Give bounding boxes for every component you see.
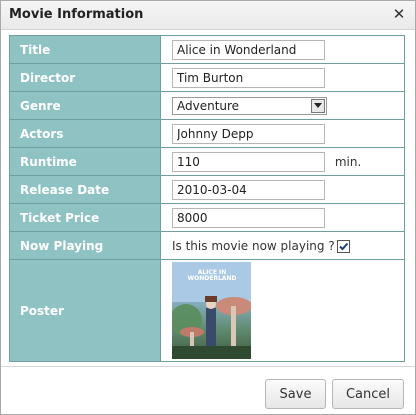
row-director: Director (9, 63, 405, 92)
checkmark-icon (338, 242, 348, 250)
runtime-input[interactable] (172, 151, 325, 172)
release-date-input[interactable] (172, 179, 325, 200)
now-playing-label: Now Playing (9, 231, 161, 260)
now-playing-checkbox[interactable] (336, 239, 350, 253)
row-ticket-price: Ticket Price (9, 203, 405, 232)
title-label: Title (9, 35, 161, 64)
close-icon[interactable]: ✕ (390, 5, 408, 23)
genre-selected-value: Adventure (177, 98, 240, 113)
director-input[interactable] (172, 67, 325, 88)
movie-info-dialog: Movie Information ✕ Title Director Genre… (0, 0, 416, 415)
row-title: Title (9, 35, 405, 64)
footer-divider (1, 366, 415, 367)
row-runtime: Runtime min. (9, 147, 405, 176)
runtime-label: Runtime (9, 147, 161, 176)
actors-input[interactable] (172, 123, 325, 144)
save-button[interactable]: Save (265, 379, 326, 409)
genre-label: Genre (9, 91, 161, 120)
chevron-down-icon[interactable] (311, 98, 325, 113)
ticket-price-label: Ticket Price (9, 203, 161, 232)
row-actors: Actors (9, 119, 405, 148)
runtime-unit: min. (334, 154, 362, 169)
genre-select[interactable]: Adventure (172, 96, 327, 115)
row-genre: Genre Adventure (9, 91, 405, 120)
poster-title-text: ALICE IN WONDERLAND (187, 269, 237, 282)
row-poster: Poster ALICE IN WONDERLAND (9, 259, 405, 362)
actors-label: Actors (9, 119, 161, 148)
now-playing-question: Is this movie now playing ? (172, 238, 335, 253)
director-label: Director (9, 63, 161, 92)
row-release-date: Release Date (9, 175, 405, 204)
dialog-title: Movie Information (9, 7, 144, 22)
release-date-label: Release Date (9, 175, 161, 204)
movie-form: Title Director Genre Adventure Actors (9, 35, 405, 362)
cancel-button[interactable]: Cancel (332, 379, 404, 409)
poster-label: Poster (9, 259, 161, 362)
row-now-playing: Now Playing Is this movie now playing ? (9, 231, 405, 260)
title-input[interactable] (172, 39, 325, 60)
poster-image: ALICE IN WONDERLAND (172, 262, 251, 359)
ticket-price-input[interactable] (172, 207, 325, 228)
dialog-titlebar: Movie Information ✕ (1, 1, 415, 30)
